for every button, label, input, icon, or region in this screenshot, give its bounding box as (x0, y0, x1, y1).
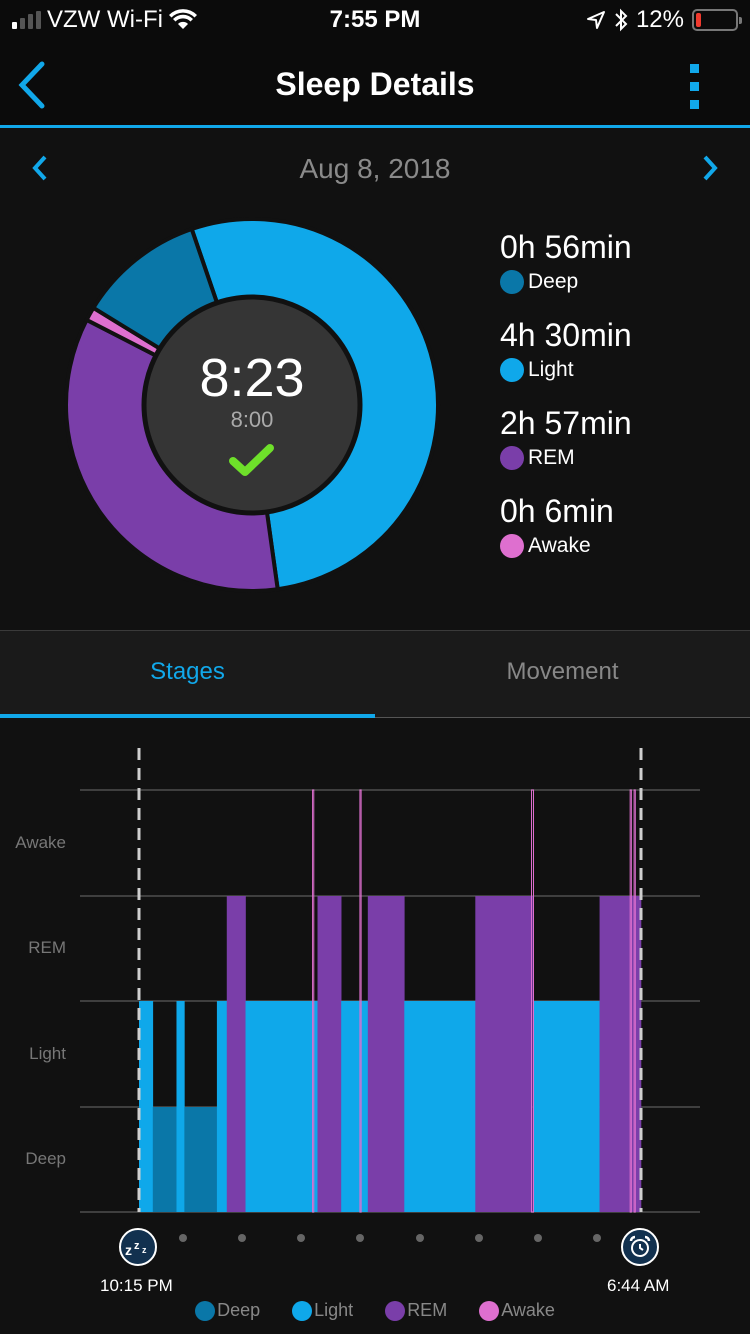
light-duration: 4h 30min (500, 317, 632, 353)
nav-bar: Sleep Details (0, 40, 750, 128)
light-color-dot (500, 358, 524, 382)
svg-text:z: z (142, 1245, 147, 1255)
y-label-awake: Awake (15, 833, 66, 852)
svg-text:z: z (134, 1240, 140, 1252)
awake-duration: 0h 6min (500, 493, 614, 529)
rem-label: REM (528, 446, 575, 469)
awake-color-dot (500, 534, 524, 558)
x-tick (356, 1234, 365, 1242)
legend-dot-awake (479, 1300, 500, 1321)
time-axis: z z z 10:15 PM 6:44 AM (0, 1222, 750, 1295)
view-tabs: Stages Movement (0, 630, 750, 718)
alarm-clock-icon (621, 1228, 659, 1266)
status-right: 12% (586, 6, 742, 34)
summary-item-deep: 0h 56min Deep (500, 228, 740, 316)
deep-duration: 0h 56min (500, 229, 632, 265)
x-tick (297, 1234, 306, 1242)
battery-level (696, 13, 701, 27)
stage-segment-light (533, 1001, 600, 1212)
legend-item-rem: REM (385, 1300, 447, 1321)
more-dot (690, 82, 699, 91)
donut-svg (64, 217, 440, 593)
stage-segment-light (176, 1001, 185, 1212)
sleep-start-time: 10:15 PM (100, 1276, 173, 1295)
stage-segment-rem (317, 896, 342, 1212)
donut-hole (141, 294, 363, 516)
more-options-button[interactable] (690, 64, 700, 109)
stage-segment-light (404, 1001, 476, 1212)
bluetooth-icon (615, 8, 628, 32)
deep-label: Deep (528, 270, 579, 293)
tab-stages[interactable]: Stages (0, 631, 375, 718)
light-label: Light (528, 358, 574, 381)
summary-item-rem: 2h 57min REM (500, 404, 740, 492)
y-label-light: Light (29, 1044, 66, 1063)
stage-segment-light (341, 1001, 369, 1212)
rem-duration: 2h 57min (500, 405, 632, 441)
battery-percent: 12% (635, 6, 684, 33)
legend-label-awake: Awake (501, 1300, 555, 1320)
legend-item-awake: Awake (479, 1300, 555, 1321)
stage-segment-rem (226, 896, 246, 1212)
tab-movement[interactable]: Movement (375, 631, 750, 717)
legend-dot-deep (195, 1300, 216, 1321)
sleep-donut-chart: 8:23 8:00 (60, 213, 444, 597)
stage-segment-rem (367, 896, 405, 1212)
more-dot (690, 100, 699, 109)
legend-label-light: Light (314, 1300, 354, 1320)
x-tick (179, 1234, 187, 1242)
chart-legend: Deep Light REM Awake (0, 1300, 750, 1321)
status-bar: VZW Wi-Fi 7:55 PM 12% (0, 0, 750, 40)
date-navigator: Aug 8, 2018 (0, 131, 750, 201)
x-tick (533, 1234, 542, 1242)
summary-item-light: 4h 30min Light (500, 316, 740, 404)
sleep-stages-chart: Awake REM Light Deep (15, 748, 700, 1213)
stage-segment-deep (184, 1107, 218, 1212)
legend-label-deep: Deep (217, 1300, 261, 1320)
more-vertical-icon (690, 64, 699, 73)
awake-label: Awake (528, 534, 591, 557)
stage-segment-rem (475, 896, 533, 1212)
page-title: Sleep Details (275, 66, 475, 102)
next-day-button[interactable] (700, 153, 720, 183)
y-label-deep: Deep (25, 1149, 66, 1168)
deep-color-dot (500, 270, 524, 294)
rem-color-dot (500, 446, 524, 470)
summary-item-awake: 0h 6min Awake (500, 492, 740, 580)
sleep-zzz-icon: z z z (119, 1228, 157, 1266)
stage-summary-list: 0h 56min Deep 4h 30min Light 2h 57min RE… (500, 228, 740, 580)
battery-icon (692, 9, 742, 31)
stage-segment-light (245, 1001, 318, 1212)
stage-segment-light (139, 1001, 154, 1212)
sleep-end-time: 6:44 AM (607, 1276, 670, 1295)
date-label: Aug 8, 2018 (299, 153, 451, 184)
location-icon (586, 11, 605, 29)
svg-text:z: z (125, 1242, 132, 1257)
x-tick (238, 1234, 247, 1242)
legend-dot-light (292, 1300, 313, 1321)
x-tick (415, 1234, 424, 1242)
legend-item-deep: Deep (195, 1300, 260, 1321)
x-tick (593, 1234, 601, 1242)
legend-dot-rem (385, 1300, 406, 1321)
x-tick (474, 1234, 483, 1242)
legend-item-light: Light (292, 1300, 353, 1321)
stage-segment-deep (152, 1107, 177, 1212)
legend-label-rem: REM (407, 1300, 448, 1320)
stage-segment-light (216, 1001, 228, 1212)
y-label-rem: REM (28, 938, 66, 957)
